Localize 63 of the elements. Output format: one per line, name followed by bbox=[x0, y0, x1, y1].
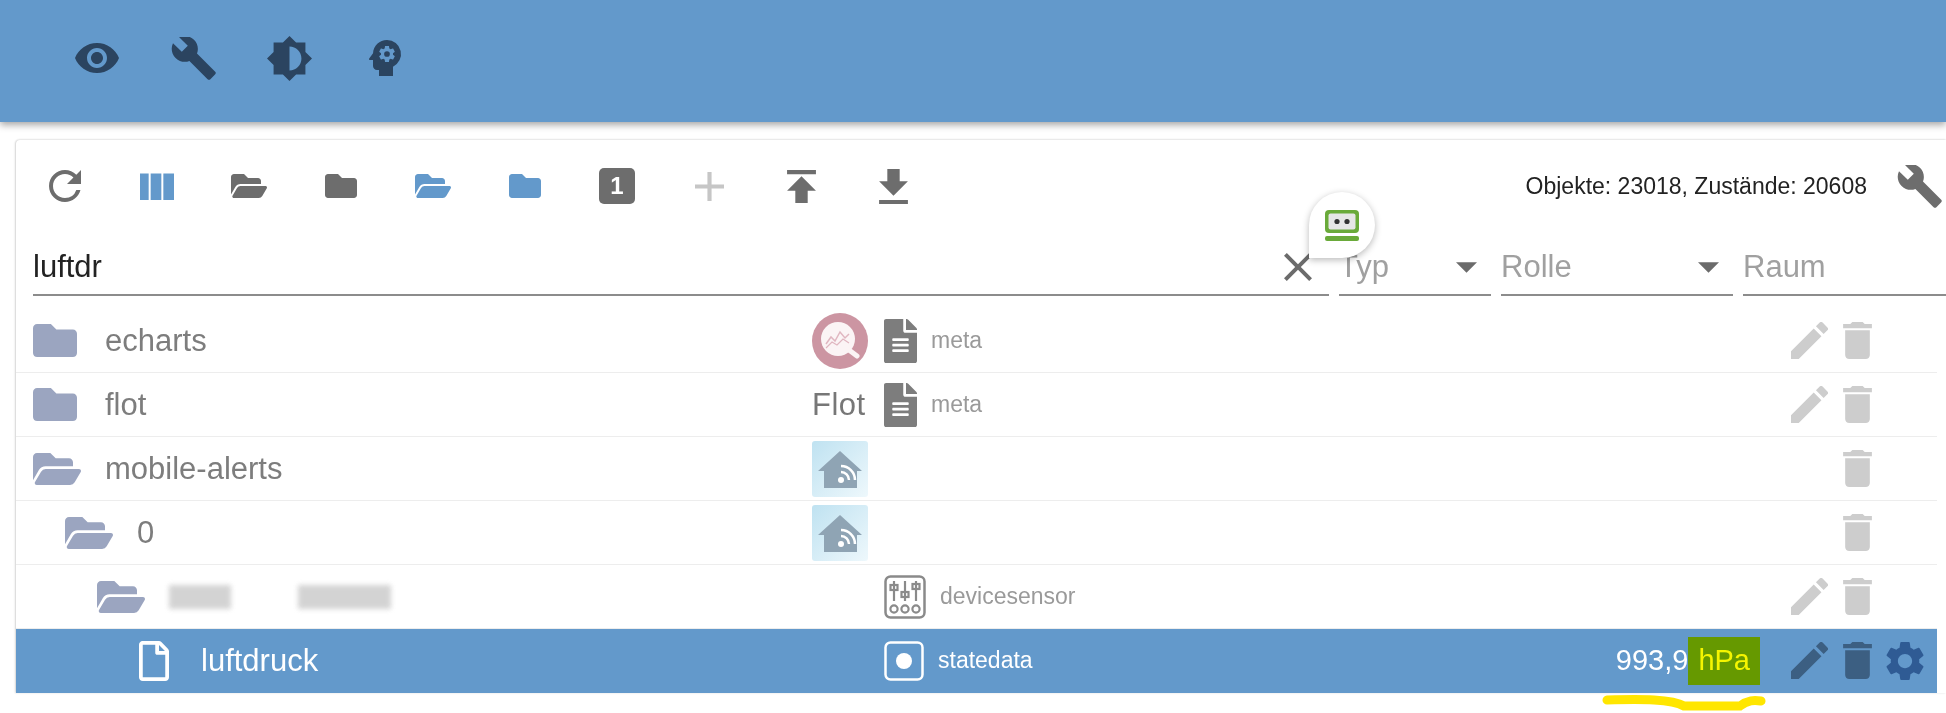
sliders-icon bbox=[884, 574, 926, 619]
edit-icon[interactable] bbox=[1790, 322, 1828, 359]
unit-label: hPa bbox=[1688, 636, 1760, 685]
type-label: meta bbox=[931, 391, 983, 418]
filter-field[interactable]: Raum bbox=[1743, 245, 1946, 289]
plus-icon bbox=[694, 171, 724, 201]
node-name: 0 bbox=[137, 514, 155, 551]
wrench-icon bbox=[170, 36, 216, 80]
dot-in-square-icon bbox=[884, 640, 924, 681]
close-icon bbox=[1284, 253, 1312, 281]
house-signal-icon bbox=[812, 504, 868, 561]
folder-icon bbox=[325, 174, 357, 198]
wrench-button[interactable] bbox=[1895, 162, 1943, 210]
document-icon bbox=[884, 382, 917, 427]
tree-row[interactable]: 0 bbox=[16, 501, 1937, 565]
file-icon bbox=[139, 640, 169, 681]
search-field[interactable]: luftdr bbox=[33, 245, 1278, 289]
delete-icon[interactable] bbox=[1842, 386, 1872, 423]
upload-icon bbox=[786, 169, 816, 203]
wrench-icon bbox=[1896, 164, 1942, 208]
caret-icon[interactable] bbox=[1698, 261, 1719, 273]
tree-row[interactable]: echarts meta bbox=[16, 309, 1937, 373]
tree-row[interactable]: mobile-alerts bbox=[16, 437, 1937, 501]
settings-icon[interactable] bbox=[1886, 640, 1924, 681]
type-label: meta bbox=[931, 327, 983, 354]
document-icon bbox=[884, 318, 917, 363]
open-folder-icon[interactable] bbox=[65, 516, 113, 549]
object-counts: Objekte: 23018, Zustände: 20608 bbox=[1525, 172, 1867, 200]
download-icon bbox=[878, 168, 908, 204]
refresh-icon bbox=[49, 170, 81, 202]
edit-icon[interactable] bbox=[1790, 578, 1828, 615]
tree-row[interactable]: flot Flot meta bbox=[16, 373, 1937, 437]
open-folder-icon bbox=[415, 174, 451, 198]
node-name: mobile-alerts bbox=[105, 450, 283, 487]
open-folder-icon[interactable] bbox=[33, 452, 81, 485]
house-signal-icon bbox=[812, 440, 868, 497]
edit-icon[interactable] bbox=[1790, 386, 1828, 423]
folder-icon[interactable] bbox=[33, 388, 77, 421]
tree-row[interactable]: devicesensor bbox=[16, 565, 1937, 629]
delete-icon[interactable] bbox=[1842, 514, 1872, 551]
delete-icon[interactable] bbox=[1842, 642, 1872, 679]
type-label: devicesensor bbox=[940, 583, 1076, 610]
open-folder-icon bbox=[231, 174, 267, 198]
node-name: luftdruck bbox=[201, 642, 319, 679]
edit-icon[interactable] bbox=[1790, 642, 1828, 679]
number-tile-button[interactable]: 1 bbox=[599, 168, 635, 204]
filter-select[interactable]: Rolle bbox=[1501, 245, 1698, 289]
columns-icon bbox=[140, 172, 174, 200]
brightness-icon bbox=[266, 35, 312, 81]
delete-icon[interactable] bbox=[1842, 322, 1872, 359]
type-label: statedata bbox=[938, 647, 1033, 674]
caret-icon[interactable] bbox=[1456, 261, 1477, 273]
delete-icon[interactable] bbox=[1842, 578, 1872, 615]
folder-icon bbox=[509, 174, 541, 198]
node-name: echarts bbox=[105, 322, 207, 359]
folder-icon[interactable] bbox=[33, 324, 77, 357]
eye-icon bbox=[75, 43, 119, 73]
open-folder-icon[interactable] bbox=[97, 580, 145, 613]
chart-magnifier-icon bbox=[812, 312, 868, 369]
state-value: 993,9 bbox=[1615, 644, 1689, 677]
delete-icon[interactable] bbox=[1842, 450, 1872, 487]
node-name: flot bbox=[105, 386, 147, 423]
logo-wordmark: Flot bbox=[812, 386, 866, 423]
